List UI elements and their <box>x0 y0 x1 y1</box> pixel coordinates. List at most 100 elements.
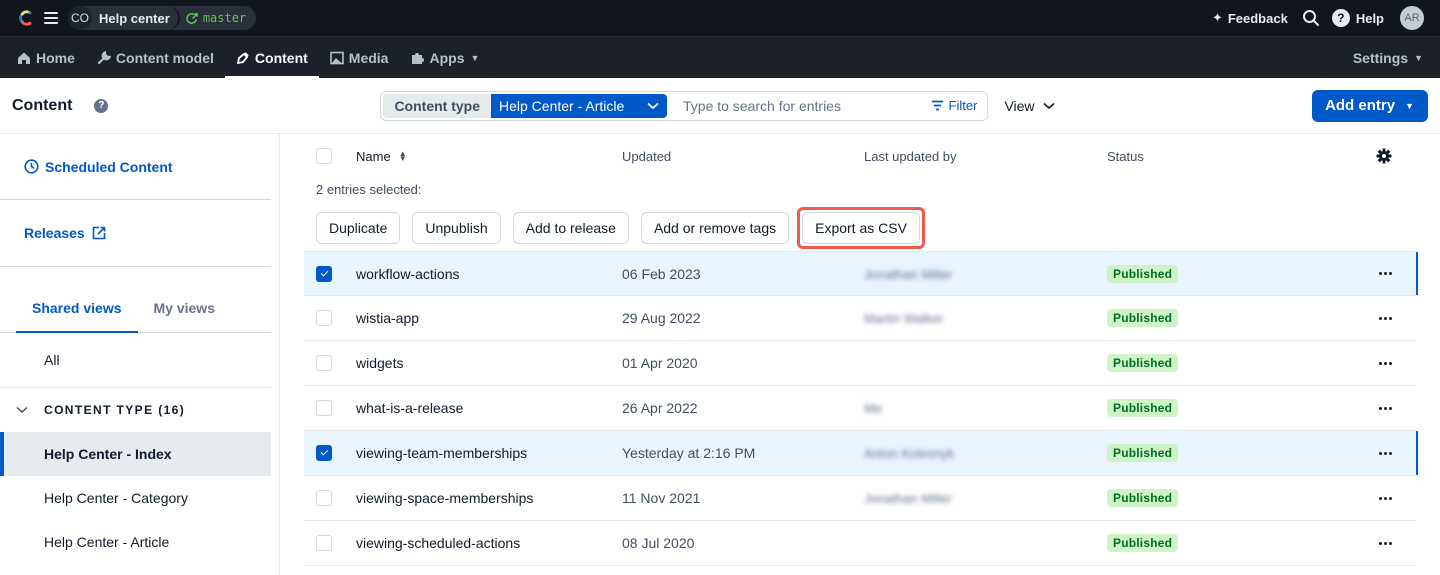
more-actions-icon[interactable] <box>1379 272 1392 275</box>
filter-button[interactable]: Filter <box>931 98 986 113</box>
feedback-label: Feedback <box>1227 10 1288 26</box>
table-row[interactable]: viewing-team-memberships Yesterday at 2:… <box>304 431 1418 476</box>
nav-content-model[interactable]: Content model <box>86 37 225 78</box>
export-csv-button[interactable]: Export as CSV <box>802 212 920 244</box>
entry-name: what-is-a-release <box>356 400 464 416</box>
entries-table: Name ▲ ▼ Updated Last updated by Status 2… <box>280 134 1440 575</box>
table-row[interactable]: workflow-actions 06 Feb 2023 Jonathan Mi… <box>304 251 1418 296</box>
search-icon[interactable] <box>1302 9 1320 27</box>
scheduled-content-link[interactable]: Scheduled Content <box>24 159 173 175</box>
sidebar-item-help-center-category[interactable]: Help Center - Category <box>0 476 271 520</box>
help-icon[interactable]: ? <box>94 98 109 113</box>
entry-updated-by: Jonathan Miller <box>864 266 953 282</box>
status-badge: Published <box>1107 354 1179 372</box>
duplicate-button[interactable]: Duplicate <box>316 212 401 244</box>
filter-label: Filter <box>948 98 978 113</box>
more-actions-icon[interactable] <box>1379 406 1392 410</box>
view-dropdown[interactable]: View <box>1004 98 1055 114</box>
row-checkbox[interactable] <box>316 445 332 461</box>
nav-settings[interactable]: Settings ▼ <box>1342 37 1434 78</box>
menu-icon[interactable] <box>44 12 58 24</box>
home-icon <box>18 52 30 64</box>
entry-name: wistia-app <box>356 310 420 326</box>
content-type-group-toggle[interactable]: CONTENT TYPE (16) <box>0 388 271 432</box>
status-badge: Published <box>1107 444 1179 462</box>
pen-icon <box>236 51 249 64</box>
entry-name: viewing-team-memberships <box>356 445 528 461</box>
entry-updated: 08 Jul 2020 <box>622 535 695 551</box>
nav-content-model-label: Content model <box>115 49 214 66</box>
table-row[interactable]: what-is-a-release 26 Apr 2022 Me Publish… <box>304 386 1416 431</box>
gear-icon[interactable] <box>1376 148 1392 164</box>
add-remove-tags-button[interactable]: Add or remove tags <box>640 212 790 244</box>
row-checkbox[interactable] <box>316 535 332 551</box>
space-switcher[interactable]: CO Help center master <box>68 6 257 30</box>
column-updated[interactable]: Updated <box>622 149 864 164</box>
table-row[interactable]: viewing-scheduled-actions 08 Jul 2020 Pu… <box>304 521 1416 566</box>
user-avatar[interactable]: AR <box>1400 6 1424 30</box>
nav-settings-label: Settings <box>1352 49 1409 66</box>
tab-shared-views[interactable]: Shared views <box>16 300 138 333</box>
table-header: Name ▲ ▼ Updated Last updated by Status <box>304 134 1416 178</box>
status-badge: Published <box>1107 264 1179 283</box>
table-row[interactable]: wistia-app 29 Aug 2022 Martin Walker Pub… <box>304 296 1416 341</box>
space-avatar: CO <box>68 6 92 30</box>
sidebar: Scheduled Content Releases Shared views … <box>0 134 280 575</box>
more-actions-icon[interactable] <box>1379 451 1392 455</box>
more-actions-icon[interactable] <box>1379 316 1392 320</box>
content-type-group-label: CONTENT TYPE (16) <box>44 403 186 417</box>
tab-my-views[interactable]: My views <box>138 300 231 332</box>
nav-media[interactable]: Media <box>319 37 400 78</box>
sidebar-item-help-center-index[interactable]: Help Center - Index <box>0 432 271 476</box>
unpublish-button[interactable]: Unpublish <box>412 212 501 244</box>
content-type-select[interactable]: Help Center - Article <box>491 93 667 118</box>
add-entry-button[interactable]: Add entry ▼ <box>1312 89 1428 122</box>
more-actions-icon[interactable] <box>1379 541 1392 545</box>
nav-home[interactable]: Home <box>6 37 86 78</box>
chevron-down-icon <box>647 102 659 109</box>
column-last-updated-by: Last updated by <box>864 148 957 164</box>
help-label: Help <box>1355 10 1384 26</box>
entry-updated: 29 Aug 2022 <box>622 310 701 326</box>
more-actions-icon[interactable] <box>1379 496 1392 500</box>
space-name: Help center <box>92 6 180 30</box>
entry-name: workflow-actions <box>356 265 460 282</box>
sidebar-item-all[interactable]: All <box>0 333 271 388</box>
row-checkbox[interactable] <box>316 490 332 506</box>
help-button[interactable]: ? Help <box>1331 9 1384 27</box>
releases-link[interactable]: Releases <box>24 225 106 241</box>
table-row[interactable]: widgets 01 Apr 2020 Published <box>304 341 1416 386</box>
chevron-down-icon <box>16 406 28 413</box>
status-badge: Published <box>1107 399 1179 417</box>
environment-badge[interactable]: master <box>180 6 256 30</box>
entry-name: viewing-space-memberships <box>356 490 534 506</box>
table-row[interactable]: viewing-space-memberships 11 Nov 2021 Jo… <box>304 476 1416 521</box>
sparkle-icon: ✦ <box>1211 10 1223 25</box>
add-to-release-button[interactable]: Add to release <box>512 212 629 244</box>
entry-updated-by: Me <box>864 401 883 416</box>
status-badge: Published <box>1107 309 1179 327</box>
row-checkbox[interactable] <box>316 355 332 371</box>
contentful-logo[interactable] <box>16 9 34 27</box>
select-all-checkbox[interactable] <box>316 148 332 164</box>
row-checkbox[interactable] <box>316 400 332 416</box>
feedback-button[interactable]: ✦ Feedback <box>1212 10 1288 26</box>
content-type-label: Content type <box>383 93 491 118</box>
column-status: Status <box>1107 148 1144 164</box>
search-input[interactable] <box>667 97 931 114</box>
nav-content[interactable]: Content <box>224 37 319 79</box>
sidebar-item-help-center-article[interactable]: Help Center - Article <box>0 520 271 564</box>
sort-icon: ▲ ▼ <box>398 149 407 163</box>
add-entry-label: Add entry <box>1325 97 1396 114</box>
wrench-icon <box>97 50 111 64</box>
caret-down-icon: ▼ <box>1405 100 1414 111</box>
selection-count: 2 entries selected: <box>316 182 422 197</box>
row-checkbox[interactable] <box>316 310 332 326</box>
more-actions-icon[interactable] <box>1379 361 1392 365</box>
row-checkbox[interactable] <box>316 265 332 282</box>
column-name[interactable]: Name ▲ ▼ <box>344 149 622 164</box>
entry-updated: 26 Apr 2022 <box>622 400 698 416</box>
chevron-down-icon <box>1042 102 1055 109</box>
entry-updated: 01 Apr 2020 <box>622 355 698 371</box>
nav-apps[interactable]: Apps ▼ <box>399 37 490 78</box>
